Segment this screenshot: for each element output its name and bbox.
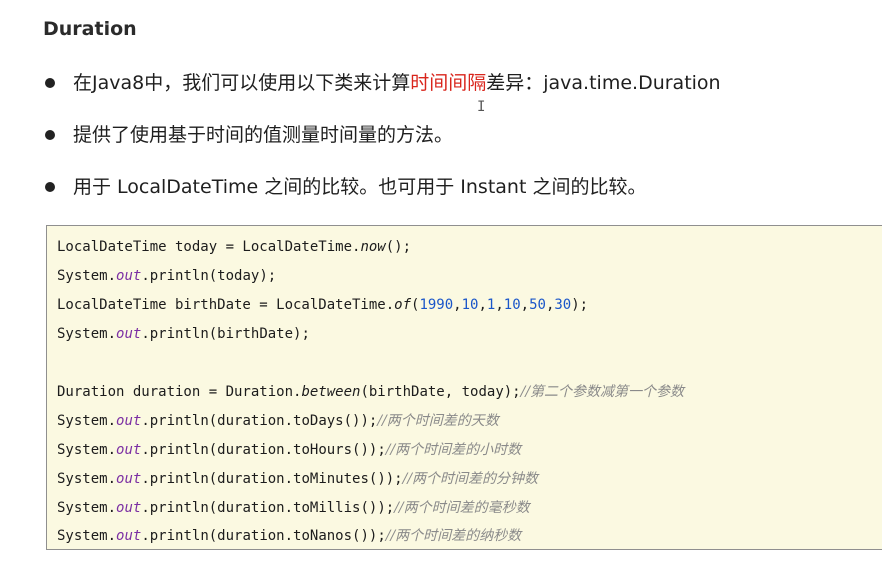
code-static-field: out	[116, 413, 142, 429]
code-line: System.out.println(duration.toMillis());…	[57, 499, 530, 517]
code-text: );	[571, 297, 589, 313]
section-heading: Duration	[43, 18, 137, 40]
code-text: System.	[57, 500, 117, 516]
bullet-text: 提供了使用基于时间的值测量时间量的方法。	[73, 124, 454, 146]
code-text: Duration duration = Duration.	[57, 384, 302, 400]
code-text: System.	[57, 471, 117, 487]
code-comment: //两个时间差的纳秒数	[385, 528, 522, 544]
text-cursor-icon: I	[477, 99, 486, 115]
bullet-item-duration-intro: 在Java8中，我们可以使用以下类来计算时间间隔差异：java.time.Dur…	[43, 64, 721, 116]
code-static-field: out	[116, 471, 142, 487]
code-line: System.out.println(birthDate);	[57, 325, 310, 343]
code-text: .println(today);	[141, 268, 277, 284]
code-text: .println(duration.toDays());	[141, 413, 378, 429]
code-text: LocalDateTime today = LocalDateTime.	[57, 239, 361, 255]
code-block: LocalDateTime today = LocalDateTime.now(…	[46, 225, 882, 550]
code-text: .println(duration.toHours());	[141, 442, 386, 458]
code-text: System.	[57, 528, 117, 544]
code-number: 30	[554, 297, 572, 313]
code-static-field: out	[116, 500, 142, 516]
bullet-dot-icon	[45, 78, 55, 88]
code-text: .println(duration.toNanos());	[141, 528, 386, 544]
bullet-text-before: 在Java8中，我们可以使用以下类来计算	[73, 72, 411, 94]
code-text: .println(birthDate);	[141, 326, 310, 342]
code-comment: //两个时间差的天数	[377, 413, 499, 429]
code-static-field: out	[116, 268, 142, 284]
code-text: ,	[520, 297, 530, 313]
code-comment: //两个时间差的分钟数	[402, 471, 539, 487]
code-text: ,	[453, 297, 462, 313]
code-method: between	[301, 384, 361, 400]
code-text: .println(duration.toMillis());	[141, 500, 395, 516]
code-method: of	[394, 297, 412, 313]
code-text: System.	[57, 268, 117, 284]
code-method: now	[360, 239, 386, 255]
code-text: ,	[478, 297, 487, 313]
code-static-field: out	[116, 528, 142, 544]
bullet-dot-icon	[45, 182, 55, 192]
highlighted-term: 时间间隔	[410, 72, 487, 94]
code-text: (birthDate, today);	[360, 384, 521, 400]
bullet-dot-icon	[45, 130, 55, 140]
bullet-item-measure-method: 提供了使用基于时间的值测量时间量的方法。	[43, 116, 721, 168]
code-line: Duration duration = Duration.between(bir…	[57, 383, 684, 401]
bullet-text-after: 差异：java.time.Duration	[486, 72, 721, 94]
code-static-field: out	[116, 326, 142, 342]
code-text: ();	[385, 239, 412, 255]
code-comment: //两个时间差的毫秒数	[394, 500, 530, 516]
bullet-list: 在Java8中，我们可以使用以下类来计算时间间隔差异：java.time.Dur…	[43, 64, 721, 220]
code-line: System.out.println(today);	[57, 267, 276, 285]
code-number: 50	[529, 297, 546, 313]
code-number: 10	[503, 297, 521, 313]
code-line: System.out.println(duration.toDays());//…	[57, 412, 499, 430]
code-number: 10	[461, 297, 479, 313]
code-line: System.out.println(duration.toHours());/…	[57, 441, 521, 459]
code-comment: //两个时间差的小时数	[385, 442, 522, 458]
bullet-text: 用于 LocalDateTime 之间的比较。也可用于 Instant 之间的比…	[73, 176, 647, 198]
code-line: System.out.println(duration.toMinutes())…	[57, 470, 538, 488]
bullet-item-comparison: 用于 LocalDateTime 之间的比较。也可用于 Instant 之间的比…	[43, 168, 721, 220]
code-text: System.	[57, 442, 117, 458]
code-text: System.	[57, 326, 117, 342]
code-line: LocalDateTime today = LocalDateTime.now(…	[57, 238, 411, 256]
code-text: LocalDateTime birthDate = LocalDateTime.	[57, 297, 395, 313]
code-text: ,	[495, 297, 504, 313]
code-line: System.out.println(duration.toNanos());/…	[57, 527, 521, 545]
code-number: 1990	[419, 297, 454, 313]
code-text: .println(duration.toMinutes());	[141, 471, 403, 487]
code-text: System.	[57, 413, 117, 429]
code-line: LocalDateTime birthDate = LocalDateTime.…	[57, 296, 588, 314]
code-comment: //第二个参数减第一个参数	[520, 384, 685, 400]
code-static-field: out	[116, 442, 142, 458]
